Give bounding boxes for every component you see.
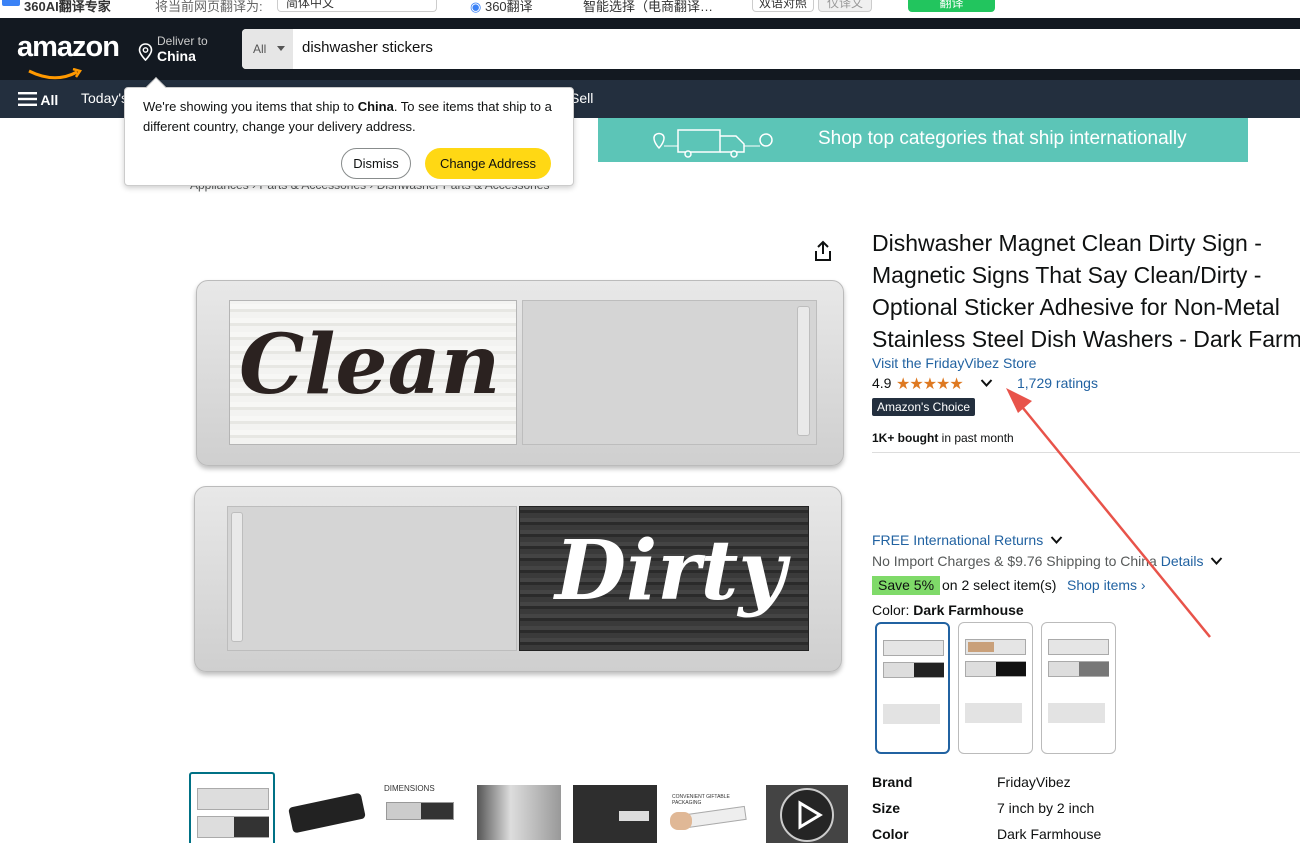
todays-deals-link[interactable]: Today's [81,90,128,106]
clean-plate: Clean [196,280,844,466]
thumbnail-6[interactable]: CONVENIENT GIFTABLE PACKAGING [668,772,754,843]
star-icon: ★ [936,376,950,393]
thumbnail-1[interactable] [189,772,275,843]
engine-select[interactable]: ◉ 360翻译 [470,0,533,15]
engine-icon: ◉ [470,0,485,14]
dirty-word: Dirty [555,523,786,619]
search-input[interactable]: dishwasher stickers [302,39,433,56]
translation-toolbar: 360AI翻译专家 将当前网页翻译为: 简体中文 ◉ 360翻译 智能选择（电商… [0,0,1300,18]
amazons-choice-badge[interactable]: Amazon's Choice [872,398,975,416]
translate-button[interactable]: 翻译 [908,0,995,12]
hamburger-icon [18,92,37,106]
deliver-to[interactable]: Deliver to China [138,34,208,64]
view-bilingual-toggle[interactable]: 双语对照 [752,0,815,12]
save-badge: Save 5% [872,576,941,595]
mode-select[interactable]: 智能选择（电商翻译… [583,0,713,15]
spec-value-color: Dark Farmhouse [997,826,1102,842]
video-thumbnail[interactable] [766,785,848,843]
language-select[interactable]: 简体中文 [277,0,437,12]
star-rating[interactable]: ★★★★★ [896,374,964,394]
play-icon [780,788,834,842]
translate-to-label: 将当前网页翻译为: [155,0,263,14]
change-address-button[interactable]: Change Address [425,148,551,179]
translator-logo-icon [0,0,22,13]
spec-value-brand: FridayVibez [997,774,1071,790]
translator-app-name: 360AI翻译专家 [24,0,111,14]
rating-value: 4.9 [872,375,892,391]
spec-key-size: Size [872,800,901,816]
deliver-to-country: China [157,48,196,64]
star-icon: ★ [949,376,963,393]
thumbnail-dimensions-label: DIMENSIONS [384,784,435,793]
dirty-plate: Dirty [194,486,842,672]
share-icon[interactable] [813,240,833,262]
banner-text: Shop top categories that ship internatio… [818,128,1187,149]
amazon-logo[interactable]: amazon [17,31,120,64]
annotation-arrow [1006,388,1211,638]
thumbnail-5[interactable] [573,785,657,843]
popover-message: We're showing you items that ship to Chi… [143,99,552,134]
delivery-popover: We're showing you items that ship to Chi… [124,77,574,186]
dismiss-button[interactable]: Dismiss [341,148,411,179]
search-bar: All dishwasher stickers [242,29,1300,69]
delivery-truck-icon [653,129,773,158]
clean-word: Clean [239,317,501,413]
spec-value-size: 7 inch by 2 inch [997,800,1095,816]
chevron-down-icon[interactable] [980,378,993,388]
search-category-dropdown[interactable]: All [242,29,293,69]
top-nav: amazon Deliver to China All dishwasher s… [0,18,1300,80]
international-shipping-banner[interactable]: Shop top categories that ship internatio… [598,118,1248,162]
color-swatch-dark-farmhouse[interactable] [875,622,950,754]
thumbnail-4[interactable] [477,785,561,840]
spec-key-color: Color [872,826,909,842]
spec-key-brand: Brand [872,774,913,790]
hamburger-menu-button[interactable]: All [18,91,58,108]
caret-down-icon [277,46,285,51]
menu-all-label: All [40,92,59,108]
star-icon: ★ [922,376,937,393]
product-title: Dishwasher Magnet Clean Dirty Sign - Mag… [872,230,1300,352]
thumbnail-2[interactable] [286,772,368,843]
star-icon: ★ [909,376,923,393]
star-icon: ★ [896,376,910,393]
deliver-to-label: Deliver to [157,34,208,48]
thumbnail-3[interactable]: DIMENSIONS [380,772,460,843]
location-pin-icon [138,43,153,61]
store-link[interactable]: Visit the FridayVibez Store [872,355,1036,371]
thumbnail-packaging-label: CONVENIENT GIFTABLE PACKAGING [672,794,730,806]
view-translated-toggle[interactable]: 仅译文 [818,0,873,12]
bought-info: 1K+ bought in past month [872,431,1014,445]
